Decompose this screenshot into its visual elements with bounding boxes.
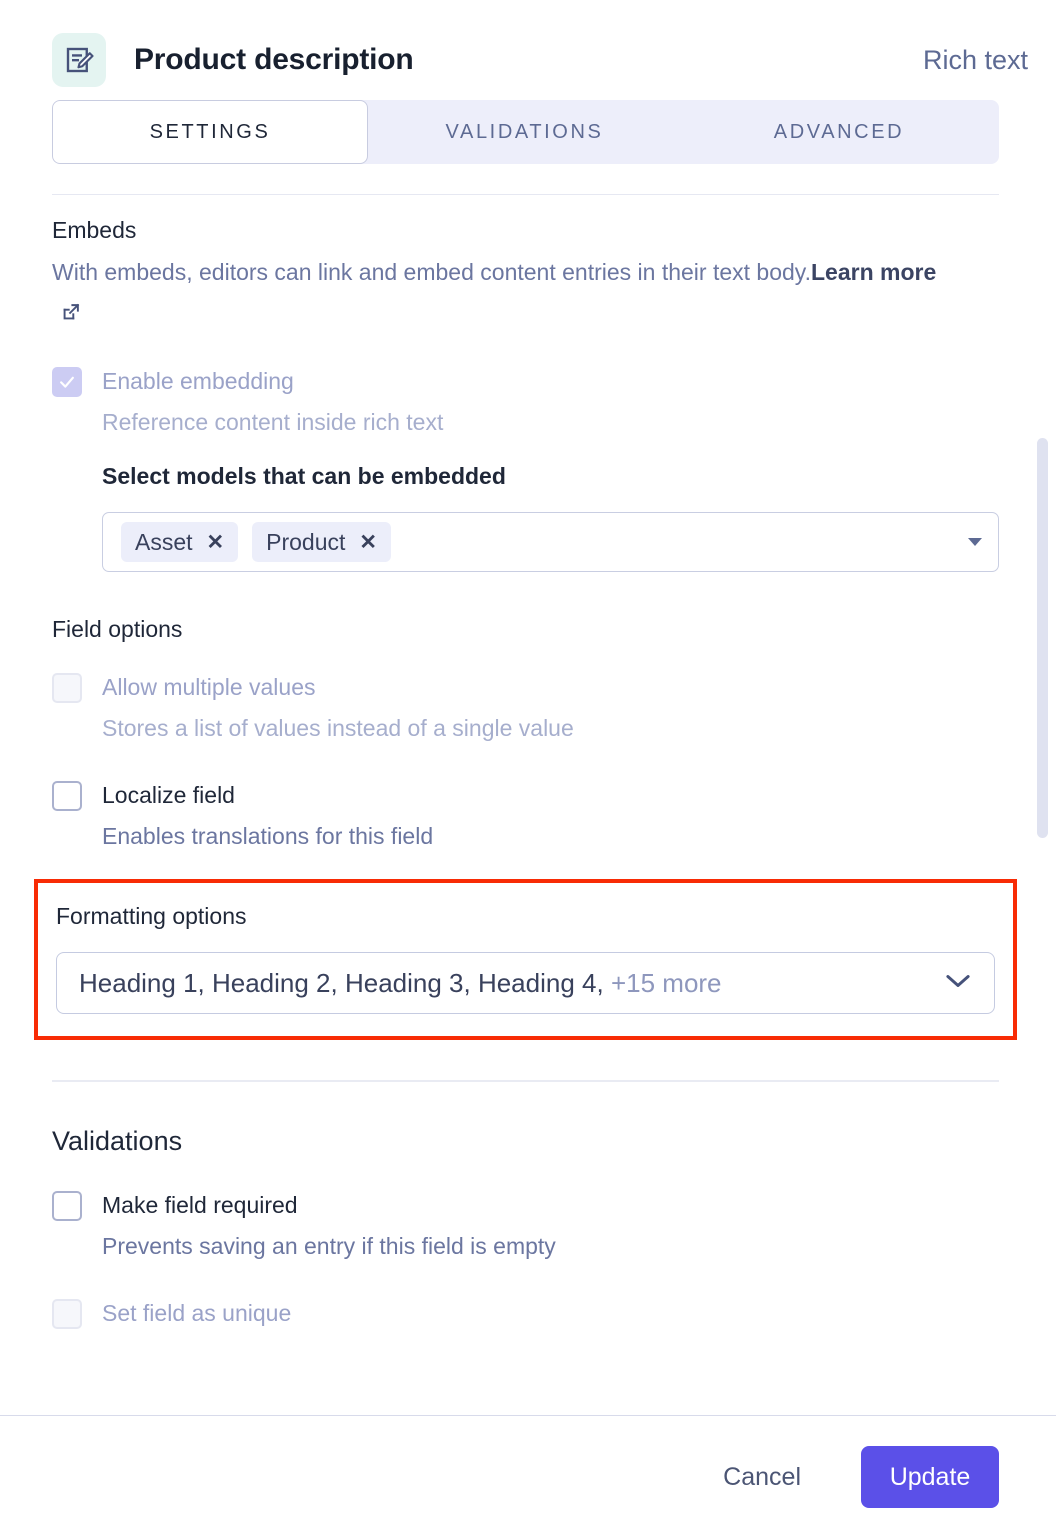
- field-type-label: Rich text: [922, 44, 1028, 75]
- embeds-description-text: With embeds, editors can link and embed …: [52, 259, 811, 285]
- embeds-section-title: Embeds: [52, 217, 137, 243]
- external-link-icon[interactable]: [60, 295, 82, 335]
- close-icon[interactable]: ✕: [359, 530, 377, 555]
- enable-embedding-row[interactable]: Enable embedding Reference content insid…: [52, 363, 999, 441]
- make-field-required-description: Prevents saving an entry if this field i…: [102, 1233, 556, 1259]
- settings-scroll-area: Embeds With embeds, editors can link and…: [0, 195, 1056, 1416]
- allow-multiple-values-checkbox[interactable]: [52, 673, 82, 703]
- set-field-unique-row[interactable]: Set field as unique: [52, 1295, 999, 1331]
- models-multiselect[interactable]: Asset ✕ Product ✕: [102, 512, 999, 572]
- formatting-options-value: Heading 1, Heading 2, Heading 3, Heading…: [79, 968, 722, 999]
- localize-field-description: Enables translations for this field: [102, 823, 434, 849]
- formatting-options-highlight: Formatting options Heading 1, Heading 2,…: [34, 879, 1017, 1040]
- tab-bar: SETTINGS VALIDATIONS ADVANCED: [0, 100, 1056, 195]
- update-button[interactable]: Update: [861, 1446, 999, 1508]
- model-chip-product[interactable]: Product ✕: [252, 522, 392, 562]
- allow-multiple-values-label: Allow multiple values: [102, 674, 316, 700]
- learn-more-link[interactable]: Learn more: [811, 259, 936, 285]
- allow-multiple-values-description: Stores a list of values instead of a sin…: [102, 715, 574, 741]
- formatting-options-selected-text: Heading 1, Heading 2, Heading 3, Heading…: [79, 967, 604, 998]
- enable-embedding-label: Enable embedding: [102, 368, 294, 394]
- page-title: Product description: [134, 43, 414, 76]
- rich-text-document-icon: [52, 33, 106, 87]
- tab-validations[interactable]: VALIDATIONS: [368, 100, 681, 164]
- localize-field-row[interactable]: Localize field Enables translations for …: [52, 777, 999, 855]
- models-select-label: Select models that can be embedded: [102, 463, 506, 489]
- make-field-required-label: Make field required: [102, 1192, 298, 1218]
- validations-section-title: Validations: [52, 1126, 183, 1156]
- allow-multiple-values-row[interactable]: Allow multiple values Stores a list of v…: [52, 669, 999, 747]
- enable-embedding-checkbox[interactable]: [52, 367, 82, 397]
- formatting-options-select[interactable]: Heading 1, Heading 2, Heading 3, Heading…: [56, 952, 995, 1014]
- enable-embedding-description: Reference content inside rich text: [102, 409, 444, 435]
- tab-advanced[interactable]: ADVANCED: [681, 100, 997, 164]
- chevron-down-icon[interactable]: [944, 972, 972, 995]
- set-field-unique-label: Set field as unique: [102, 1300, 292, 1326]
- modal-header: Product description Rich text: [0, 0, 1056, 100]
- model-chip-asset[interactable]: Asset ✕: [121, 522, 239, 562]
- model-chip-product-label: Product: [266, 528, 346, 555]
- scrollbar-thumb[interactable]: [1037, 438, 1048, 838]
- formatting-options-title: Formatting options: [56, 903, 247, 929]
- set-field-unique-checkbox[interactable]: [52, 1299, 82, 1329]
- tab-settings[interactable]: SETTINGS: [52, 100, 368, 164]
- make-field-required-row[interactable]: Make field required Prevents saving an e…: [52, 1187, 999, 1265]
- model-chip-asset-label: Asset: [135, 528, 193, 555]
- embeds-description: With embeds, editors can link and embed …: [52, 252, 942, 335]
- modal-footer: Cancel Update: [0, 1416, 1056, 1538]
- caret-down-icon[interactable]: [968, 538, 982, 546]
- localize-field-label: Localize field: [102, 782, 235, 808]
- field-settings-modal: Product description Rich text SETTINGS V…: [0, 0, 1056, 1538]
- make-field-required-checkbox[interactable]: [52, 1191, 82, 1221]
- localize-field-checkbox[interactable]: [52, 781, 82, 811]
- close-icon[interactable]: ✕: [207, 530, 225, 555]
- cancel-button[interactable]: Cancel: [705, 1463, 819, 1492]
- section-divider: [52, 1080, 999, 1082]
- formatting-options-more-count: +15 more: [610, 967, 722, 998]
- field-options-section-title: Field options: [52, 616, 183, 642]
